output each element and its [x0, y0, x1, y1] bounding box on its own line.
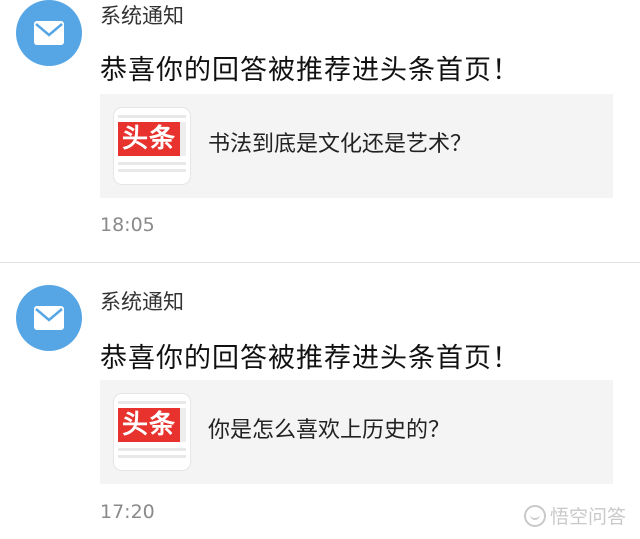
notification-item[interactable]: 系统通知 恭喜你的回答被推荐进头条首页！ 头条 你是怎么喜欢上历史的？ 17:2…	[0, 263, 640, 539]
question-title: 书法到底是文化还是艺术？	[208, 132, 473, 157]
wukong-icon	[523, 504, 546, 527]
logo-text: 头条	[118, 122, 180, 156]
question-card[interactable]: 头条 书法到底是文化还是艺术？	[100, 94, 613, 198]
notification-item[interactable]: 系统通知 恭喜你的回答被推荐进头条首页！ 头条 书法到底是文化还是艺术？ 18:…	[0, 0, 640, 262]
question-card[interactable]: 头条 你是怎么喜欢上历史的？	[100, 380, 613, 484]
toutiao-logo: 头条	[114, 394, 190, 470]
toutiao-logo: 头条	[114, 108, 190, 184]
sender-name: 系统通知	[100, 4, 184, 28]
watermark: 悟空问答	[523, 502, 626, 529]
timestamp: 18:05	[100, 214, 155, 236]
notification-message: 恭喜你的回答被推荐进头条首页！	[100, 343, 520, 374]
envelope-icon	[16, 285, 82, 351]
envelope-icon	[16, 0, 82, 66]
notification-message: 恭喜你的回答被推荐进头条首页！	[100, 55, 520, 86]
sender-name: 系统通知	[100, 290, 184, 314]
question-title: 你是怎么喜欢上历史的？	[208, 418, 451, 443]
timestamp: 17:20	[100, 501, 155, 523]
logo-text: 头条	[118, 408, 180, 442]
watermark-text: 悟空问答	[549, 506, 626, 528]
